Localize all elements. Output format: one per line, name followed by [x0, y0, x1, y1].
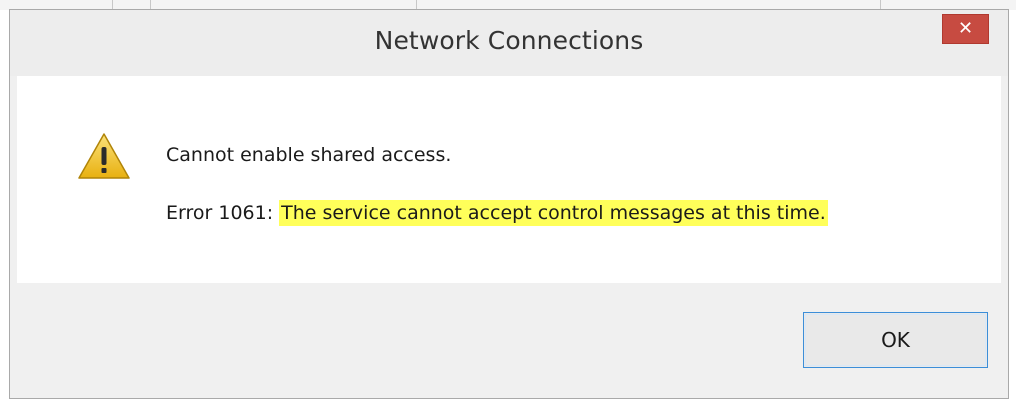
- network-connections-dialog: Network Connections ✕ Cannot enable shar…: [9, 9, 1009, 399]
- close-icon: ✕: [957, 18, 974, 39]
- dialog-titlebar[interactable]: Network Connections ✕: [10, 10, 1008, 76]
- screen: Network Connections ✕ Cannot enable shar…: [0, 0, 1016, 403]
- error-description: The service cannot accept control messag…: [279, 200, 828, 226]
- dialog-footer: OK: [17, 283, 1001, 383]
- dialog-title: Network Connections: [374, 26, 644, 55]
- close-button[interactable]: ✕: [942, 14, 989, 44]
- error-code: Error 1061:: [166, 202, 274, 224]
- dialog-content: Cannot enable shared access. Error 1061:…: [17, 76, 1001, 283]
- dialog-message: Cannot enable shared access.: [166, 144, 452, 166]
- ok-button-label: OK: [881, 328, 910, 352]
- warning-icon: [78, 133, 130, 179]
- error-message: Error 1061: The service cannot accept co…: [166, 200, 828, 226]
- ok-button[interactable]: OK: [803, 312, 988, 368]
